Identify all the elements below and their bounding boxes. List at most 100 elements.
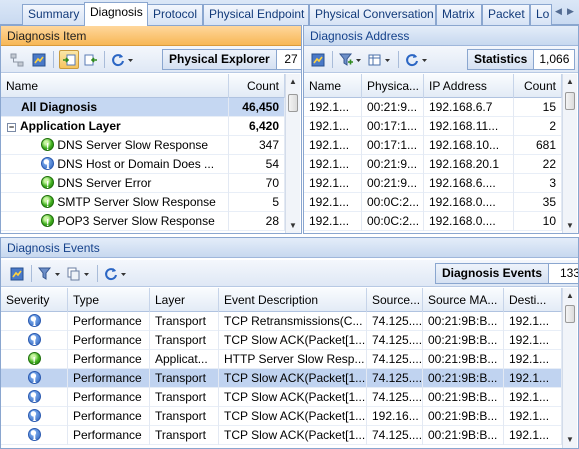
event-layer-cell: Transport (150, 426, 219, 445)
tab-physical-endpoint[interactable]: Physical Endpoint (203, 4, 309, 25)
refresh-dropdown-icon[interactable] (109, 50, 137, 69)
event-row[interactable]: PerformanceTransportTCP Retransmissions(… (1, 312, 562, 331)
column-ip-address[interactable]: IP Address (424, 74, 514, 98)
column-severity[interactable]: Severity (1, 288, 68, 312)
refresh-dropdown-icon[interactable] (102, 264, 130, 283)
scroll-down-icon[interactable]: ▼ (563, 218, 577, 233)
tree-row-label-cell: DNS Server Error (1, 174, 229, 193)
tree-row-count: 54 (229, 155, 285, 174)
tab-bar: Summary Diagnosis Protocol Physical Endp… (0, 0, 579, 26)
address-name-cell: 192.1... (304, 212, 362, 231)
refresh-dropdown-icon[interactable] (403, 50, 431, 69)
event-severity-cell (1, 369, 68, 388)
address-row[interactable]: 192.1... 00:21:9... 192.168.6.... 3 (304, 174, 562, 193)
event-row[interactable]: PerformanceTransportTCP Slow ACK(Packet[… (1, 407, 562, 426)
event-layer-cell: Transport (150, 369, 219, 388)
column-type[interactable]: Type (68, 288, 150, 312)
event-destination-cell: 192.1... (504, 426, 562, 445)
address-physical-cell: 00:17:1... (362, 136, 424, 155)
column-layer[interactable]: Layer (150, 288, 219, 312)
tree-row-label: DNS Server Error (57, 176, 152, 190)
address-row[interactable]: 192.1... 00:21:9... 192.168.6.7 15 (304, 98, 562, 117)
report-icon[interactable] (29, 50, 49, 69)
column-source[interactable]: Source... (367, 288, 423, 312)
scroll-up-icon[interactable]: ▲ (563, 74, 577, 89)
address-row[interactable]: 192.1... 00:0C:2... 192.168.0.... 35 (304, 193, 562, 212)
tree-row-dns-server-error[interactable]: DNS Server Error 70 (1, 174, 285, 193)
address-physical-cell: 00:17:1... (362, 117, 424, 136)
diagnosis-address-scrollbar[interactable]: ▲ ▼ (562, 74, 577, 233)
event-source-cell: 74.125.... (367, 426, 423, 445)
event-row[interactable]: PerformanceTransportTCP Slow ACK(Packet[… (1, 369, 562, 388)
tree-row-dns-server-slow-response[interactable]: DNS Server Slow Response 347 (1, 136, 285, 155)
address-name-cell: 192.1... (304, 174, 362, 193)
tab-scroll-left-icon[interactable]: ◀ (555, 6, 565, 20)
tab-log[interactable]: Lo (530, 4, 552, 25)
address-ip-cell: 192.168.20.1 (424, 155, 514, 174)
info-icon (27, 371, 41, 388)
event-row[interactable]: PerformanceTransportTCP Slow ACK(Packet[… (1, 426, 562, 445)
address-count-cell: 10 (514, 212, 562, 231)
column-count[interactable]: Count (514, 74, 562, 98)
diagnosis-item-header: Name Count (1, 74, 285, 98)
event-source-cell: 74.125.... (367, 331, 423, 350)
collapse-toggle-icon[interactable]: − (7, 123, 16, 132)
event-description-cell: TCP Retransmissions(C... (219, 312, 367, 331)
address-row[interactable]: 192.1... 00:0C:2... 192.168.0.... 10 (304, 212, 562, 231)
event-row[interactable]: PerformanceTransportTCP Slow ACK(Packet[… (1, 388, 562, 407)
event-source-mac-cell: 00:21:9B:B... (423, 407, 504, 426)
tree-row-application-layer[interactable]: − Application Layer 6,420 (1, 117, 285, 136)
diagnosis-events-scrollbar[interactable]: ▲ ▼ (562, 288, 577, 448)
scroll-thumb[interactable] (565, 92, 575, 110)
address-row[interactable]: 192.1... 00:17:1... 192.168.11... 2 (304, 117, 562, 136)
event-type-cell: Performance (68, 388, 150, 407)
address-row[interactable]: 192.1... 00:21:9... 192.168.20.1 22 (304, 155, 562, 174)
columns-dropdown-icon[interactable] (366, 50, 394, 69)
scroll-up-icon[interactable]: ▲ (286, 74, 300, 89)
column-physical[interactable]: Physica... (362, 74, 424, 98)
event-destination-cell: 192.1... (504, 407, 562, 426)
tab-physical-conversation[interactable]: Physical Conversation (309, 4, 436, 25)
network-icon[interactable] (7, 50, 27, 69)
event-row[interactable]: PerformanceApplicat...HTTP Server Slow R… (1, 350, 562, 369)
address-ip-cell: 192.168.0.... (424, 193, 514, 212)
tab-protocol[interactable]: Protocol (147, 4, 203, 25)
scroll-down-icon[interactable]: ▼ (563, 432, 577, 447)
tree-row-label: Application Layer (20, 119, 121, 133)
tab-diagnosis[interactable]: Diagnosis (84, 2, 148, 26)
column-name[interactable]: Name (1, 74, 229, 98)
tab-packet[interactable]: Packet (482, 4, 530, 25)
diagnosis-address-toolbar: Statistics 1,066 (304, 46, 578, 73)
expand-tree-icon[interactable] (59, 50, 79, 69)
tab-scroll-right-icon[interactable]: ▶ (567, 6, 577, 20)
tree-row-smtp-server-slow-response[interactable]: SMTP Server Slow Response 5 (1, 193, 285, 212)
copy-dropdown-icon[interactable] (65, 264, 93, 283)
column-destination[interactable]: Desti... (504, 288, 562, 312)
filter-dropdown-icon[interactable] (337, 50, 365, 69)
scroll-up-icon[interactable]: ▲ (563, 288, 577, 303)
column-name[interactable]: Name (304, 74, 362, 98)
column-event-description[interactable]: Event Description (219, 288, 367, 312)
tree-row-pop3-server-slow-response[interactable]: POP3 Server Slow Response 28 (1, 212, 285, 231)
scroll-thumb[interactable] (288, 94, 298, 112)
event-severity-cell (1, 426, 68, 445)
tree-row-all-diagnosis[interactable]: All Diagnosis 46,450 (1, 98, 285, 117)
event-layer-cell: Transport (150, 331, 219, 350)
collapse-tree-icon[interactable] (81, 50, 101, 69)
column-source-mac[interactable]: Source MA... (423, 288, 504, 312)
column-count[interactable]: Count (229, 74, 285, 98)
tree-row-label: DNS Server Slow Response (57, 138, 209, 152)
report-icon[interactable] (7, 264, 27, 283)
tree-row-dns-host-or-domain[interactable]: DNS Host or Domain Does ... 54 (1, 155, 285, 174)
address-row[interactable]: 192.1... 00:17:1... 192.168.10... 681 (304, 136, 562, 155)
report-icon[interactable] (308, 50, 328, 69)
diagnosis-item-scrollbar[interactable]: ▲ ▼ (285, 74, 300, 233)
scroll-thumb[interactable] (565, 305, 575, 323)
event-row[interactable]: PerformanceTransportTCP Slow ACK(Packet[… (1, 331, 562, 350)
filter-dropdown-icon[interactable] (36, 264, 64, 283)
scroll-down-icon[interactable]: ▼ (286, 218, 300, 233)
tree-row-label-cell: SMTP Server Slow Response (1, 193, 229, 212)
tab-matrix[interactable]: Matrix (436, 4, 482, 25)
event-source-mac-cell: 00:21:9B:B... (423, 369, 504, 388)
tab-summary[interactable]: Summary (22, 4, 88, 25)
